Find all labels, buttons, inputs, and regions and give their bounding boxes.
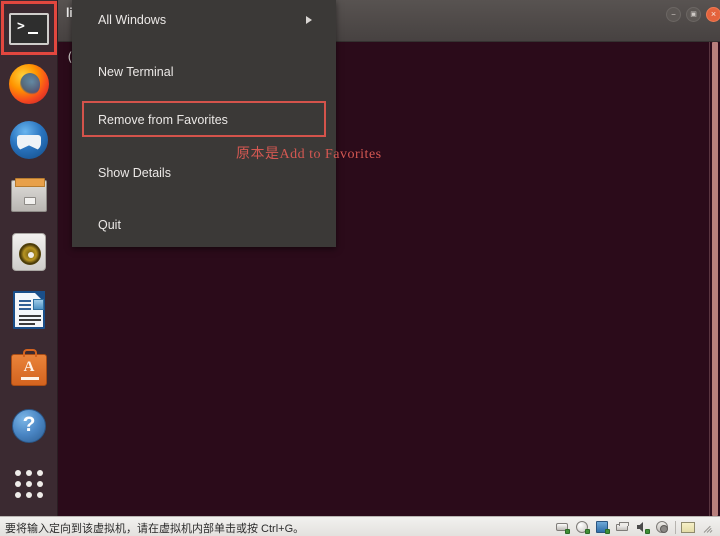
resize-grip-icon[interactable] — [701, 520, 716, 534]
help-icon: ? — [12, 409, 46, 443]
status-separator — [675, 520, 676, 534]
hard-disk-icon[interactable] — [555, 520, 570, 534]
launcher-item-show-applications[interactable] — [7, 462, 51, 506]
question-mark-glyph: ? — [22, 413, 36, 436]
printer-icon[interactable] — [615, 520, 630, 534]
maximize-button[interactable]: ▣ — [686, 7, 701, 22]
menu-item-label: Quit — [98, 218, 121, 232]
menu-item-label: Remove from Favorites — [98, 113, 228, 127]
firefox-icon — [9, 64, 49, 104]
thunderbird-icon — [10, 121, 48, 159]
network-icon[interactable] — [595, 520, 610, 534]
launcher-item-libreoffice-writer[interactable] — [7, 288, 51, 332]
launcher-item-help[interactable]: ? — [7, 404, 51, 448]
menu-item-label: New Terminal — [98, 65, 174, 79]
launcher-item-thunderbird[interactable] — [7, 118, 51, 162]
files-drawer-shape — [15, 178, 45, 187]
note-icon[interactable] — [681, 520, 696, 534]
terminal-scrollbar[interactable] — [709, 42, 720, 516]
launcher-item-terminal[interactable]: > — [7, 7, 51, 51]
vmware-status-bar: 要将输入定向到该虚拟机，请在虚拟机内部单击或按 Ctrl+G。 — [0, 516, 720, 536]
status-message: 要将输入定向到该虚拟机，请在虚拟机内部单击或按 Ctrl+G。 — [5, 523, 305, 535]
launcher-context-menu: All Windows New Terminal Remove from Fav… — [72, 0, 336, 247]
menu-item-label: All Windows — [98, 13, 167, 27]
image-placeholder-shape — [33, 299, 44, 310]
terminal-prompt-glyph: > — [17, 19, 25, 34]
minimize-icon: − — [671, 9, 676, 19]
cd-dvd-icon[interactable] — [575, 520, 590, 534]
ubuntu-software-icon: A — [11, 349, 47, 386]
files-icon — [11, 178, 47, 212]
launcher-item-firefox[interactable] — [7, 62, 51, 106]
sound-icon[interactable] — [635, 520, 650, 534]
launcher-item-rhythmbox[interactable] — [7, 230, 51, 274]
libreoffice-writer-icon — [13, 291, 45, 329]
minimize-button[interactable]: − — [666, 7, 681, 22]
scrollbar-thumb[interactable] — [712, 42, 718, 516]
vm-viewport: liangxu-virtual-machine: ~ − ▣ × (user "… — [0, 0, 720, 516]
menu-item-remove-from-favorites[interactable]: Remove from Favorites — [72, 100, 336, 140]
menu-item-new-terminal[interactable]: New Terminal — [72, 52, 336, 92]
chevron-right-icon — [306, 16, 312, 24]
rhythmbox-disc-shape — [19, 243, 41, 265]
rhythmbox-icon — [12, 233, 46, 271]
software-underline-shape — [21, 377, 39, 380]
status-bar-icons — [555, 519, 716, 535]
launcher-item-ubuntu-software[interactable]: A — [7, 348, 51, 392]
close-icon: × — [710, 9, 717, 19]
apps-grid-icon — [15, 470, 43, 498]
files-handle-shape — [24, 197, 36, 205]
software-letter-glyph: A — [23, 359, 35, 375]
menu-item-all-windows[interactable]: All Windows — [72, 0, 336, 40]
annotation-text: 原本是Add to Favorites — [236, 147, 382, 162]
bag-handle-shape — [23, 349, 37, 357]
launcher-item-files[interactable] — [7, 174, 51, 218]
menu-item-label: Show Details — [98, 166, 171, 180]
unity-launcher: > A ? — [0, 0, 58, 516]
menu-item-quit[interactable]: Quit — [72, 205, 336, 245]
close-button[interactable]: × — [706, 7, 720, 22]
terminal-underscore-glyph — [28, 32, 38, 34]
camera-icon[interactable] — [655, 520, 670, 534]
maximize-icon: ▣ — [690, 11, 697, 18]
terminal-icon: > — [9, 13, 49, 45]
